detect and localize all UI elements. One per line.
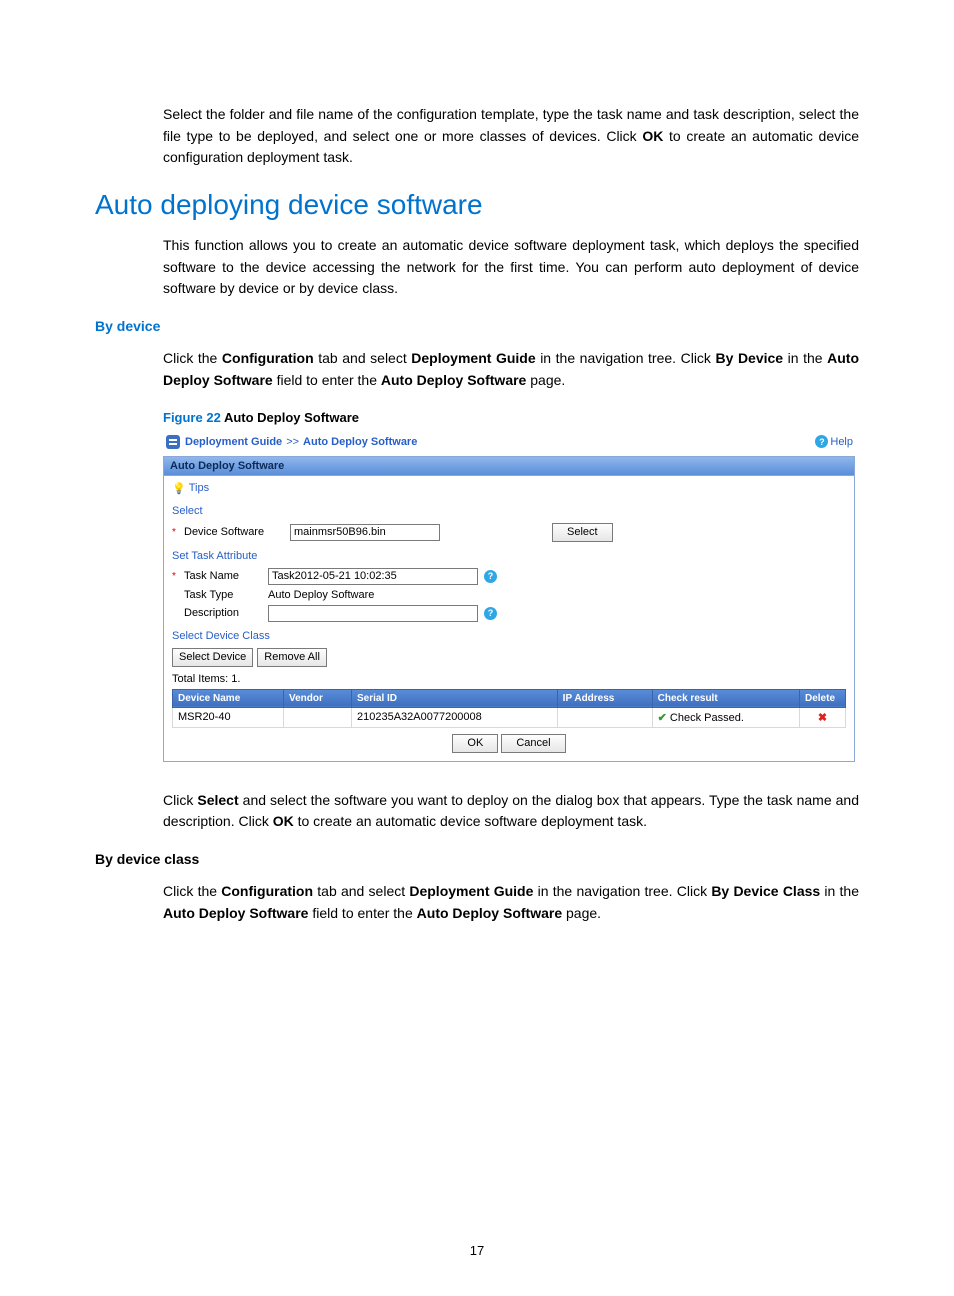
table-row: MSR20-40 210235A32A0077200008 ✔ Check Pa… (173, 707, 846, 727)
intro-ok: OK (642, 128, 663, 144)
cell-ip (557, 707, 652, 727)
required-marker: * (172, 527, 178, 538)
cell-vendor (283, 707, 351, 727)
intro-paragraph: Select the folder and file name of the c… (163, 104, 859, 169)
tips-link[interactable]: 💡 Tips (172, 482, 846, 495)
help-icon[interactable]: ? (484, 570, 497, 583)
figure-number: Figure 22 (163, 410, 224, 425)
help-label: Help (830, 436, 853, 448)
remove-all-button[interactable]: Remove All (257, 648, 327, 667)
section-heading: Auto deploying device software (95, 189, 859, 221)
help-link[interactable]: ? Help (815, 435, 853, 448)
device-software-row: * Device Software Select (172, 523, 846, 542)
delete-icon[interactable]: ✖ (818, 712, 827, 724)
cell-delete: ✖ (800, 707, 846, 727)
device-class-buttons: Select Device Remove All (172, 648, 846, 667)
bottom-buttons: OK Cancel (172, 728, 846, 755)
description-label: Description (184, 607, 262, 619)
check-icon: ✔ (658, 712, 667, 724)
col-delete[interactable]: Delete (800, 689, 846, 707)
task-type-label: Task Type (184, 589, 262, 601)
byclass-para: Click the Configuration tab and select D… (163, 881, 859, 924)
device-table: Device Name Vendor Serial ID IP Address … (172, 689, 846, 728)
figure-title: Auto Deploy Software (224, 410, 359, 425)
figure-ui: Deployment Guide >> Auto Deploy Software… (163, 431, 855, 762)
check-text: Check Passed. (670, 712, 744, 724)
after-figure-para: Click Select and select the software you… (163, 790, 859, 833)
select-button[interactable]: Select (552, 523, 613, 542)
task-type-row: Task Type Auto Deploy Software (172, 589, 846, 601)
subheading-by-device: By device (95, 318, 859, 334)
description-row: Description ? (172, 605, 846, 622)
cell-serial: 210235A32A0077200008 (351, 707, 557, 727)
device-software-input[interactable] (290, 524, 440, 541)
set-task-section: Set Task Attribute (172, 550, 846, 562)
ok-button[interactable]: OK (452, 734, 498, 753)
col-vendor[interactable]: Vendor (283, 689, 351, 707)
section-intro: This function allows you to create an au… (163, 235, 859, 300)
col-ip[interactable]: IP Address (557, 689, 652, 707)
task-name-row: * Task Name ? (172, 568, 846, 585)
tips-label: Tips (189, 482, 209, 494)
task-name-label: Task Name (184, 570, 262, 582)
bulb-icon: 💡 (172, 482, 186, 495)
subheading-by-device-class: By device class (95, 851, 859, 867)
breadcrumb-sep: >> (286, 436, 299, 448)
task-type-value: Auto Deploy Software (268, 589, 374, 601)
col-serial[interactable]: Serial ID (351, 689, 557, 707)
cell-device-name: MSR20-40 (173, 707, 284, 727)
deployment-icon (165, 434, 181, 450)
ui-header: Deployment Guide >> Auto Deploy Software… (163, 431, 855, 456)
col-device-name[interactable]: Device Name (173, 689, 284, 707)
device-software-label: Device Software (184, 526, 284, 538)
help-icon: ? (815, 435, 828, 448)
bydev-para: Click the Configuration tab and select D… (163, 348, 859, 391)
panel-body: 💡 Tips Select * Device Software Select S… (164, 476, 854, 761)
description-input[interactable] (268, 605, 478, 622)
help-icon[interactable]: ? (484, 607, 497, 620)
figure-caption: Figure 22 Auto Deploy Software (163, 410, 859, 425)
page-number: 17 (0, 1243, 954, 1258)
required-marker: * (172, 571, 178, 582)
select-device-button[interactable]: Select Device (172, 648, 253, 667)
select-device-class-section: Select Device Class (172, 630, 846, 642)
breadcrumb-a[interactable]: Deployment Guide (185, 436, 282, 448)
breadcrumb-b: Auto Deploy Software (303, 436, 417, 448)
task-name-input[interactable] (268, 568, 478, 585)
cancel-button[interactable]: Cancel (501, 734, 565, 753)
col-check[interactable]: Check result (652, 689, 799, 707)
panel-title: Auto Deploy Software (164, 457, 854, 476)
panel: Auto Deploy Software 💡 Tips Select * Dev… (163, 456, 855, 762)
cell-check: ✔ Check Passed. (652, 707, 799, 727)
select-section: Select (172, 505, 846, 517)
total-items: Total Items: 1. (172, 673, 846, 685)
breadcrumb: Deployment Guide >> Auto Deploy Software (165, 434, 417, 450)
